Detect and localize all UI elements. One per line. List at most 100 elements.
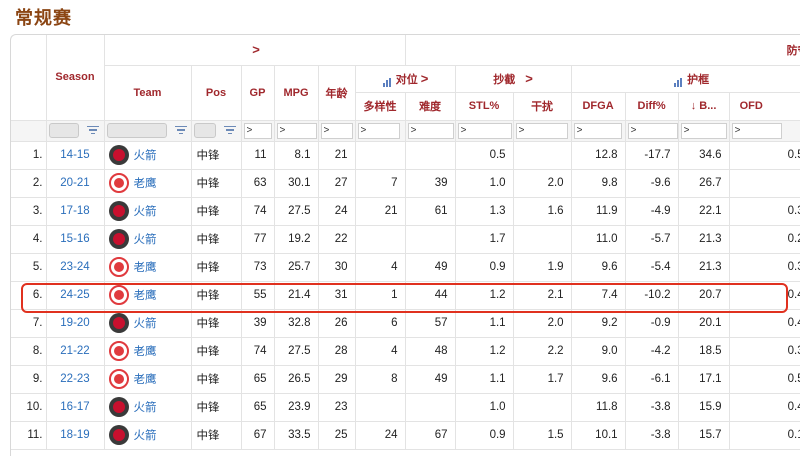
chevron-right-icon[interactable]: > bbox=[525, 71, 533, 86]
diff-pct-cell: -0.9 bbox=[625, 309, 679, 338]
numeric-filter-input[interactable]: > bbox=[680, 122, 727, 139]
season-link[interactable]: 21-22 bbox=[46, 337, 105, 366]
table-row: 10.16-17 火箭 中锋6523.923 1.0 11.8-3.815.90.4 bbox=[11, 393, 800, 422]
age-cell: 29 bbox=[318, 365, 356, 394]
season-link[interactable]: 16-17 bbox=[46, 393, 105, 422]
numeric-filter-input[interactable]: > bbox=[515, 122, 568, 139]
col-pos[interactable]: Pos bbox=[191, 65, 242, 121]
season-link[interactable]: 22-23 bbox=[46, 365, 105, 394]
difficulty-cell: 44 bbox=[405, 281, 456, 310]
table-row: 2. 20-21 老鹰 中锋 63 30.1 27 7 39 1.0 2.0 9.8 -9.6 26.7 bbox=[11, 169, 800, 198]
team-link[interactable]: 老鹰 bbox=[134, 262, 157, 274]
dfga-cell: 9.0 bbox=[571, 337, 626, 366]
difficulty-cell bbox=[405, 141, 456, 170]
team-cell: 老鹰 bbox=[104, 337, 192, 366]
season-link[interactable]: 17-18 bbox=[46, 197, 105, 226]
team-link[interactable]: 老鹰 bbox=[134, 346, 157, 358]
season-link[interactable]: 18-19 bbox=[46, 421, 105, 450]
table-row: 8. 21-22 老鹰 中锋 74 27.5 28 4 48 1.2 2.2 9.0 -4.2 18.5 0… bbox=[11, 337, 800, 366]
team-link[interactable]: 火箭 bbox=[134, 234, 157, 246]
col-dfga[interactable]: DFGA bbox=[571, 92, 626, 121]
col-difficulty[interactable]: 难度 bbox=[405, 92, 456, 121]
diversity-cell: 21 bbox=[355, 197, 406, 226]
group-basic[interactable]: > bbox=[104, 35, 406, 66]
pos-cell: 中锋 bbox=[191, 421, 242, 450]
rockets-logo-icon bbox=[108, 201, 129, 221]
difficulty-cell: 48 bbox=[405, 337, 456, 366]
col-gp[interactable]: GP bbox=[241, 65, 275, 121]
numeric-filter-input[interactable]: > bbox=[731, 122, 782, 139]
season-link[interactable]: 14-15 bbox=[46, 141, 105, 170]
chevron-right-icon[interactable]: > bbox=[252, 42, 260, 57]
pos-filter[interactable] bbox=[193, 123, 216, 138]
table-row: 7. 19-20 火箭 中锋 39 32.8 26 6 57 1.1 2.0 9.2 -0.9 20.1 0… bbox=[11, 309, 800, 338]
numeric-filter-input[interactable]: > bbox=[243, 122, 272, 139]
b-cell: 20.1 bbox=[678, 309, 730, 338]
col-ofd[interactable]: OFD bbox=[729, 92, 800, 121]
numeric-filter-input[interactable]: > bbox=[573, 122, 622, 139]
filter-icon[interactable] bbox=[86, 125, 99, 136]
numeric-filter-input[interactable]: > bbox=[407, 122, 454, 139]
age-cell: 23 bbox=[318, 393, 356, 422]
diff-pct-cell: -9.6 bbox=[625, 169, 679, 198]
season-link[interactable]: 23-24 bbox=[46, 253, 105, 282]
filter-icon[interactable] bbox=[174, 125, 187, 136]
season-filter[interactable] bbox=[48, 123, 79, 138]
season-link[interactable]: 20-21 bbox=[46, 169, 105, 198]
season-link[interactable]: 15-16 bbox=[46, 225, 105, 254]
numeric-filter-input[interactable]: > bbox=[276, 122, 317, 139]
team-link[interactable]: 火箭 bbox=[134, 206, 157, 218]
col-age[interactable]: 年龄 bbox=[318, 65, 356, 121]
col-diff-pct[interactable]: Diff% bbox=[625, 92, 679, 121]
team-link[interactable]: 老鹰 bbox=[134, 374, 157, 386]
team-link[interactable]: 老鹰 bbox=[134, 178, 157, 190]
pos-cell: 中锋 bbox=[191, 169, 242, 198]
numeric-filter-input[interactable]: > bbox=[320, 122, 353, 139]
row-index: 3. bbox=[11, 197, 47, 226]
team-link[interactable]: 火箭 bbox=[134, 150, 157, 162]
team-link[interactable]: 火箭 bbox=[134, 430, 157, 442]
col-season[interactable]: Season bbox=[46, 35, 105, 121]
numeric-filter-input[interactable]: > bbox=[357, 122, 400, 139]
pos-cell: 中锋 bbox=[191, 225, 242, 254]
subgroup-matchup[interactable]: 对位 > bbox=[355, 65, 456, 93]
diversity-cell: 4 bbox=[355, 253, 406, 282]
numeric-filter-input[interactable]: > bbox=[457, 122, 512, 139]
col-stl-pct[interactable]: STL% bbox=[455, 92, 514, 121]
col-mpg[interactable]: MPG bbox=[274, 65, 319, 121]
subgroup-steals[interactable]: 抄截 > bbox=[455, 65, 572, 93]
gp-cell: 63 bbox=[241, 169, 275, 198]
dfga-cell: 9.8 bbox=[571, 169, 626, 198]
ofd-cell: 0.4 bbox=[729, 309, 800, 338]
filter-icon[interactable] bbox=[223, 125, 236, 136]
row-index: 8. bbox=[11, 337, 47, 366]
team-link[interactable]: 火箭 bbox=[134, 318, 157, 330]
season-link[interactable]: 24-25 bbox=[46, 281, 105, 310]
pos-cell: 中锋 bbox=[191, 197, 242, 226]
b-cell: 15.9 bbox=[678, 393, 730, 422]
diversity-cell bbox=[355, 141, 406, 170]
col-b[interactable]: ↓ B... bbox=[678, 92, 730, 121]
dfga-cell: 9.6 bbox=[571, 365, 626, 394]
team-link[interactable]: 老鹰 bbox=[134, 290, 157, 302]
numeric-filter-input[interactable]: > bbox=[627, 122, 678, 139]
difficulty-cell: 39 bbox=[405, 169, 456, 198]
col-interfere[interactable]: 干扰 bbox=[513, 92, 572, 121]
gp-cell: 74 bbox=[241, 337, 275, 366]
b-cell: 15.7 bbox=[678, 421, 730, 450]
chevron-right-icon[interactable]: > bbox=[421, 71, 429, 86]
dfga-cell: 9.6 bbox=[571, 253, 626, 282]
pos-cell: 中锋 bbox=[191, 253, 242, 282]
rockets-logo-icon bbox=[108, 229, 129, 249]
mpg-cell: 33.5 bbox=[274, 421, 319, 450]
col-diversity[interactable]: 多样性 bbox=[355, 92, 406, 121]
col-team[interactable]: Team bbox=[104, 65, 192, 121]
interfere-cell: 1.9 bbox=[513, 253, 572, 282]
team-link[interactable]: 火箭 bbox=[134, 402, 157, 414]
mpg-cell: 27.5 bbox=[274, 337, 319, 366]
season-link[interactable]: 19-20 bbox=[46, 309, 105, 338]
team-filter[interactable] bbox=[106, 123, 167, 138]
diff-pct-cell: -10.2 bbox=[625, 281, 679, 310]
subgroup-rim[interactable]: 护框 bbox=[571, 65, 800, 93]
header-subgroup-row: Team Pos GP MPG 年龄 对位 > 抄截 > 护框 bbox=[11, 65, 800, 121]
